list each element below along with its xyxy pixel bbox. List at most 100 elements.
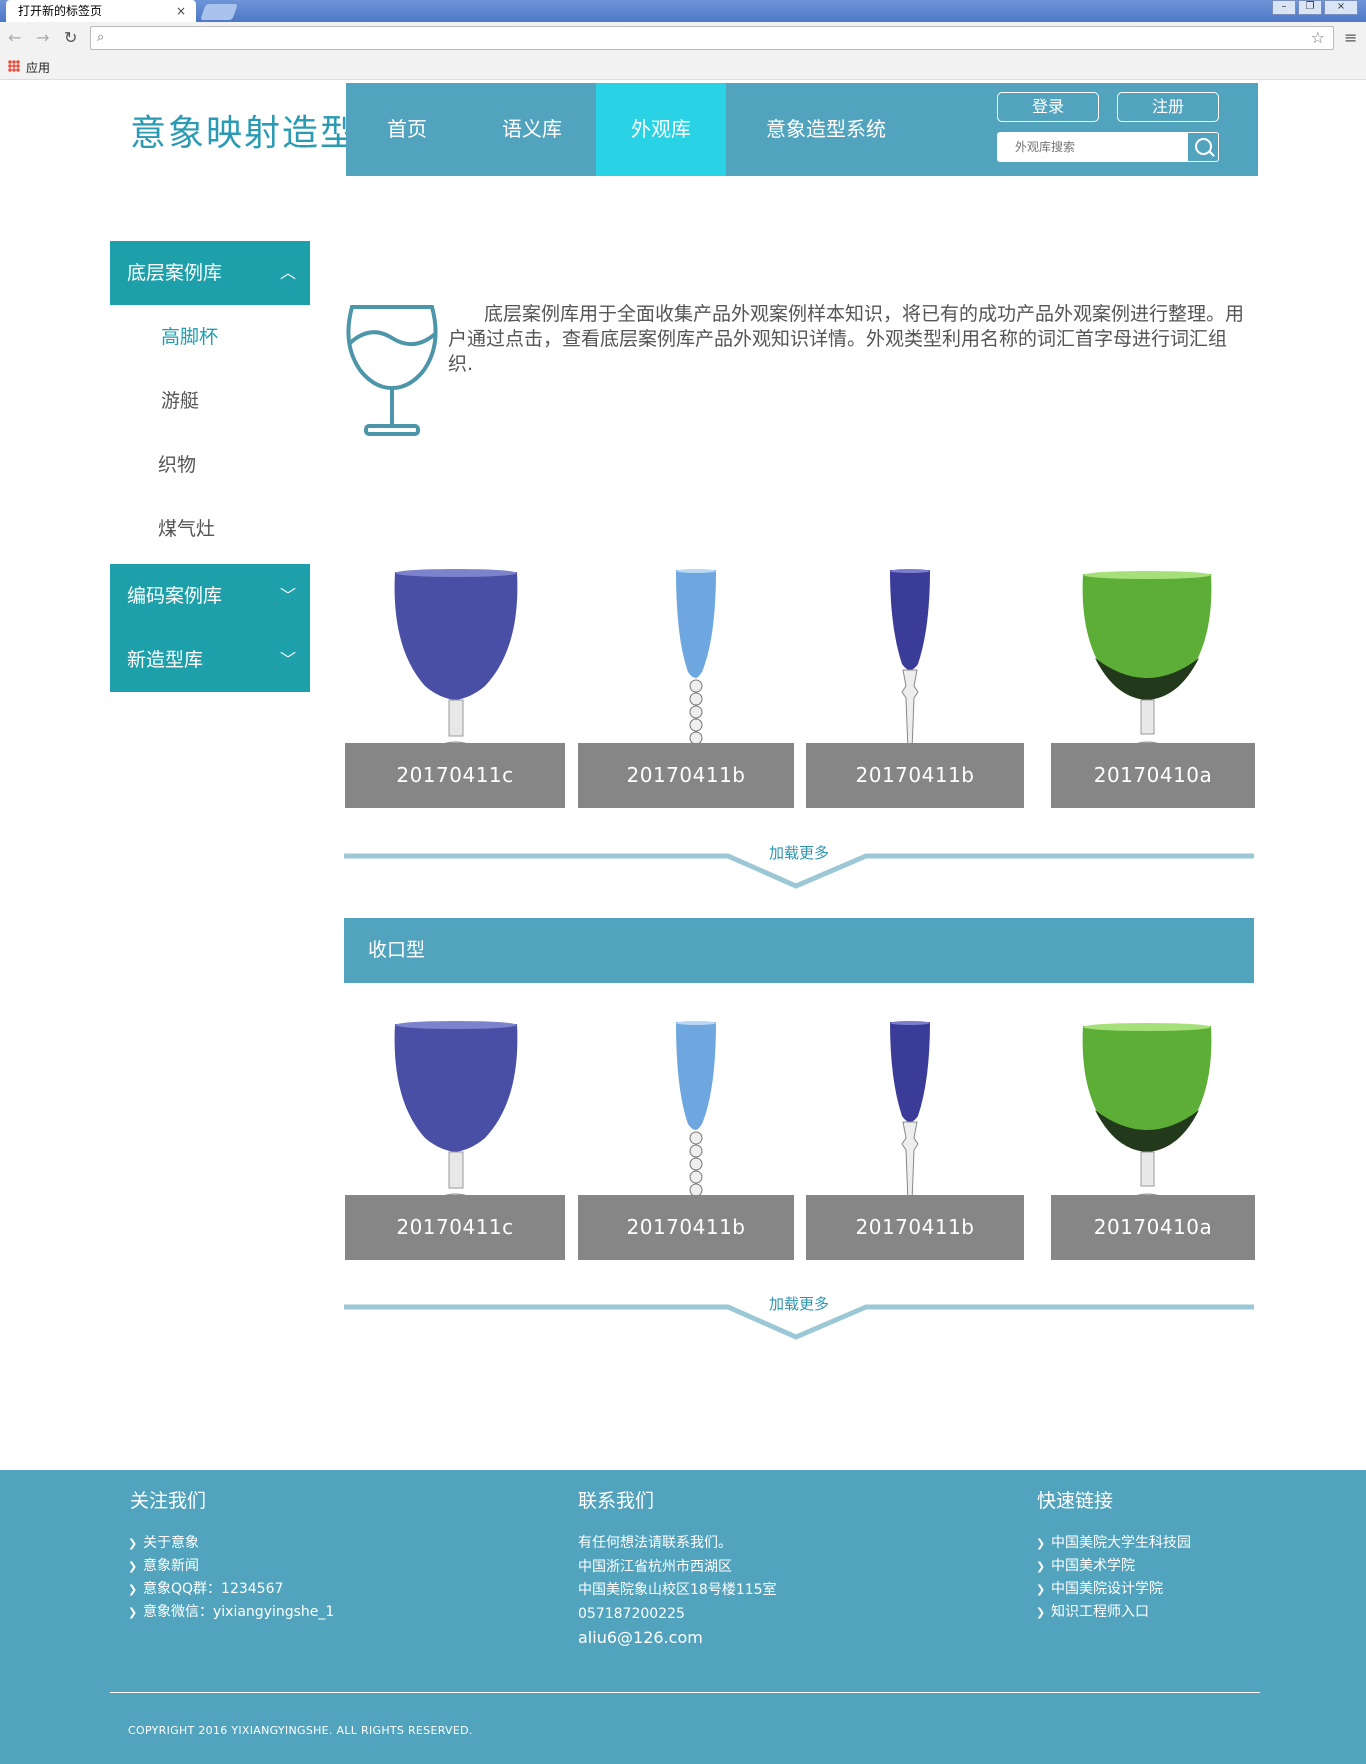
product-card[interactable]: 20170411c: [345, 1020, 565, 1260]
footer-follow-title: 关注我们: [130, 1490, 207, 1512]
sidebar-group-base-cases[interactable]: 底层案例库 ︿: [110, 241, 310, 305]
product-code: 20170411b: [806, 1195, 1024, 1260]
product-code: 20170410a: [1051, 743, 1255, 808]
footer-link[interactable]: ❯ 意象微信：yixiangyingshe_1: [128, 1601, 334, 1624]
restore-button[interactable]: ❐: [1298, 0, 1322, 15]
footer-divider: [110, 1692, 1260, 1693]
product-card[interactable]: 20170410a: [1051, 1020, 1255, 1260]
footer-link[interactable]: ❯ 意象新闻: [128, 1555, 334, 1578]
new-tab-button[interactable]: [200, 4, 238, 20]
chevron-down-icon: ﹀: [279, 586, 296, 605]
footer-link[interactable]: ❯ 中国美术学院: [1036, 1555, 1191, 1578]
window-close-button[interactable]: ×: [1324, 0, 1358, 15]
footer-contact-title: 联系我们: [578, 1490, 655, 1512]
chevron-right-icon: ❯: [1036, 1560, 1046, 1573]
minimize-button[interactable]: –: [1272, 0, 1296, 15]
product-code: 20170411c: [345, 743, 565, 808]
sidebar-item-gas-stove[interactable]: 煤气灶: [158, 514, 215, 541]
nav-appearance-library[interactable]: 外观库: [596, 83, 726, 176]
chevron-down-icon: ﹀: [279, 650, 296, 669]
apps-label[interactable]: 应用: [26, 59, 50, 76]
sidebar-group-label: 编码案例库: [127, 585, 223, 607]
footer-link[interactable]: ❯ 中国美院大学生科技园: [1036, 1532, 1191, 1555]
footer-link[interactable]: ❯ 意象QQ群：1234567: [128, 1578, 334, 1601]
product-card[interactable]: 20170411c: [345, 568, 565, 808]
product-card[interactable]: 20170410a: [1051, 568, 1255, 808]
goblet-green-image: [1082, 571, 1212, 766]
chevron-right-icon: ❯: [1036, 1606, 1046, 1619]
footer-follow-list: ❯ 关于意象 ❯ 意象新闻 ❯ 意象QQ群：1234567 ❯ 意象微信：yixiang…: [128, 1532, 334, 1624]
bookmarks-bar: 应用: [0, 54, 1366, 80]
footer-link[interactable]: ❯ 中国美院设计学院: [1036, 1578, 1191, 1601]
sidebar-item-goblet[interactable]: 高脚杯: [161, 322, 218, 349]
product-code: 20170411c: [345, 1195, 565, 1260]
contact-address: 中国浙江省杭州市西湖区: [578, 1558, 732, 1575]
intro-description: 底层案例库用于全面收集产品外观案例样本知识，将已有的成功产品外观案例进行整理。用…: [448, 303, 1245, 375]
contact-line: 有任何想法请联系我们。: [578, 1535, 732, 1551]
goblet-blue-image: [385, 569, 525, 766]
product-code: 20170411b: [578, 1195, 794, 1260]
footer-links-title: 快速链接: [1037, 1490, 1114, 1512]
chevron-right-icon: ❯: [1036, 1537, 1046, 1550]
wine-glass-icon: [346, 305, 438, 436]
copyright: COPYRIGHT 2016 YIXIANGYINGSHE. ALL RIGHT…: [128, 1724, 473, 1737]
browser-menu-icon[interactable]: ≡: [1344, 28, 1357, 47]
search-button[interactable]: [1187, 132, 1219, 162]
sidebar-group-new-shapes[interactable]: 新造型库 ﹀: [110, 628, 310, 692]
product-code: 20170410a: [1051, 1195, 1255, 1260]
product-card[interactable]: 20170411b: [806, 568, 1024, 808]
flute-navy-image: [870, 1021, 950, 1216]
load-more-button[interactable]: 加载更多: [344, 1295, 1254, 1340]
flute-lightblue-image: [660, 569, 732, 764]
footer-contact-info: 有任何想法请联系我们。 中国浙江省杭州市西湖区 中国美院象山校区18号楼115室…: [578, 1532, 777, 1650]
contact-address: 中国美院象山校区18号楼115室: [578, 1582, 777, 1598]
product-card[interactable]: 20170411b: [578, 568, 794, 808]
address-bar[interactable]: ⌕ ☆: [90, 26, 1334, 50]
back-icon[interactable]: ←: [8, 28, 21, 47]
section-title: 收口型: [344, 918, 1254, 983]
sidebar-group-label: 底层案例库: [127, 262, 223, 284]
sidebar-group-coded-cases[interactable]: 编码案例库 ﹀: [110, 564, 310, 628]
chevron-right-icon: ❯: [128, 1583, 138, 1596]
footer-link[interactable]: ❯ 知识工程师入口: [1036, 1601, 1191, 1624]
goblet-green-image: [1082, 1023, 1212, 1218]
chevron-right-icon: ❯: [128, 1537, 138, 1550]
chevron-right-icon: ❯: [128, 1560, 138, 1573]
reload-icon[interactable]: ↻: [64, 28, 77, 47]
nav-imagery-system[interactable]: 意象造型系统: [726, 83, 926, 176]
site-logo[interactable]: 意象映射造型: [130, 104, 358, 156]
register-button[interactable]: 注册: [1117, 92, 1219, 122]
browser-tab[interactable]: 打开新的标签页 ×: [6, 0, 196, 22]
nav-home[interactable]: 首页: [346, 83, 468, 176]
tab-title: 打开新的标签页: [18, 4, 103, 18]
main-navbar: 首页 语义库 外观库 意象造型系统 登录 注册: [346, 83, 1258, 176]
product-code: 20170411b: [578, 743, 794, 808]
contact-phone[interactable]: 057187200225: [578, 1603, 777, 1627]
flute-navy-image: [870, 569, 950, 764]
site-footer: 关注我们 ❯ 关于意象 ❯ 意象新闻 ❯ 意象QQ群：1234567 ❯ 意象微信：yi…: [0, 1470, 1366, 1764]
login-button[interactable]: 登录: [997, 92, 1099, 122]
nav-semantic-library[interactable]: 语义库: [468, 83, 596, 176]
product-card[interactable]: 20170411b: [578, 1020, 794, 1260]
sidebar-group-label: 新造型库: [127, 649, 204, 671]
bookmark-star-icon[interactable]: ☆: [1311, 28, 1325, 47]
chevron-up-icon: ︿: [279, 263, 296, 282]
footer-quick-links: ❯ 中国美院大学生科技园 ❯ 中国美术学院 ❯ 中国美院设计学院 ❯ 知识工程师入口: [1036, 1532, 1191, 1624]
product-card[interactable]: 20170411b: [806, 1020, 1024, 1260]
footer-link[interactable]: ❯ 关于意象: [128, 1532, 334, 1555]
omnibox-search-icon: ⌕: [97, 30, 105, 45]
contact-email[interactable]: aliu6@126.com: [578, 1626, 777, 1650]
chevron-right-icon: ❯: [128, 1606, 138, 1619]
apps-icon[interactable]: [8, 60, 20, 72]
tab-close-icon[interactable]: ×: [176, 0, 186, 22]
sidebar-item-yacht[interactable]: 游艇: [161, 386, 199, 413]
sidebar-item-fabric[interactable]: 织物: [158, 450, 196, 477]
product-code: 20170411b: [806, 743, 1024, 808]
search-input[interactable]: [997, 132, 1187, 162]
forward-icon[interactable]: →: [36, 28, 49, 47]
goblet-blue-image: [385, 1021, 525, 1218]
load-more-button[interactable]: 加载更多: [344, 844, 1254, 889]
load-more-label: 加载更多: [768, 1295, 829, 1313]
chevron-right-icon: ❯: [1036, 1583, 1046, 1596]
flute-lightblue-image: [660, 1021, 732, 1216]
